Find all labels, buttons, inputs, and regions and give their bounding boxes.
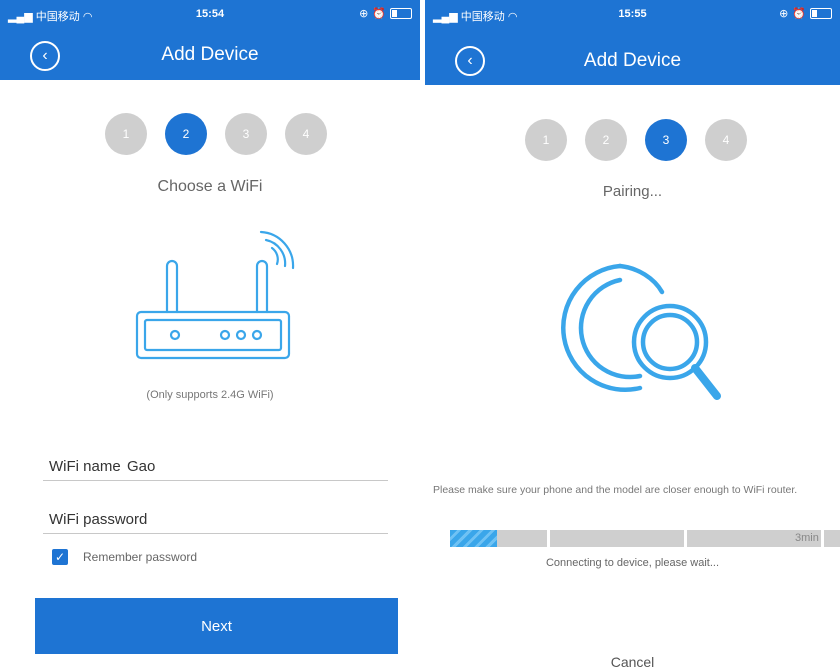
step-4: 4 [705,119,747,161]
wifi-password-label: WiFi password [49,511,148,528]
clock: 15:55 [618,8,647,20]
progress-segment-1 [450,530,547,547]
wifi-password-field: WiFi password [43,505,388,534]
step-indicator: 1 2 3 4 [525,119,747,161]
alarm-icon: ⏰ [372,8,386,20]
next-button[interactable]: Next [35,598,398,654]
progress-segment-2 [550,530,684,547]
checkbox-checked-icon[interactable]: ✓ [52,549,68,565]
page-title: Add Device [161,44,259,65]
orientation-lock-icon: ⊕ [359,8,369,20]
progress-fill [450,530,497,547]
status-bar: ▂▄▆ 中国移动 ◠ 15:54 ⊕ ⏰ [8,6,412,24]
step-2: 2 [165,113,207,155]
step-title: Pairing... [602,183,663,200]
status-bar: ▂▄▆ 中国移动 ◠ 15:55 ⊕ ⏰ [433,6,832,24]
step-1: 1 [105,113,147,155]
clock: 15:54 [195,8,225,20]
remember-password-label: Remember password [83,550,198,564]
step-1: 1 [525,119,567,161]
wifi-router-icon [135,230,295,360]
search-magnifier-icon [561,263,721,400]
choose-wifi-screen: ▂▄▆ 中国移动 ◠ 15:54 ⊕ ⏰ ‹ Add Device 1 2 3 … [0,0,420,671]
wifi-support-note: (Only supports 2.4G WiFi) [146,389,274,401]
top-header: ▂▄▆ 中国移动 ◠ 15:55 ⊕ ⏰ ‹ Add Device [425,0,840,85]
wifi-name-field: WiFi name [43,452,388,481]
battery-icon [810,8,832,19]
countdown-timer: 3min [795,532,819,544]
step-3: 3 [645,119,687,161]
status-icons: ⊕ ⏰ [779,7,832,20]
orientation-lock-icon: ⊕ [779,8,789,20]
progress-segment-4 [824,530,840,547]
step-4: 4 [285,113,327,155]
status-icons: ⊕ ⏰ [359,7,412,20]
pairing-screen: ▂▄▆ 中国移动 ◠ 15:55 ⊕ ⏰ ‹ Add Device 1 2 3 … [425,0,840,671]
page-title: Add Device [583,50,682,71]
carrier-label: ▂▄▆ 中国移动 ◠ [8,11,93,23]
alarm-icon: ⏰ [792,8,806,20]
pairing-hint: Please make sure your phone and the mode… [433,484,798,496]
wifi-name-label: WiFi name [49,458,121,475]
cancel-button[interactable]: Cancel [425,654,840,670]
wifi-name-input[interactable] [127,454,377,478]
step-indicator: 1 2 3 4 [105,113,327,155]
step-2: 2 [585,119,627,161]
step-3: 3 [225,113,267,155]
wifi-password-input[interactable] [161,507,381,531]
pairing-progress-bar [450,530,840,547]
battery-icon [390,8,412,19]
top-header: ▂▄▆ 中国移动 ◠ 15:54 ⊕ ⏰ ‹ Add Device [0,0,420,80]
carrier-label: ▂▄▆ 中国移动 ◠ [433,11,518,23]
remember-password-toggle[interactable]: ✓ Remember password [52,549,197,565]
step-title: Choose a WiFi [157,178,263,195]
connection-status: Connecting to device, please wait... [545,557,720,569]
